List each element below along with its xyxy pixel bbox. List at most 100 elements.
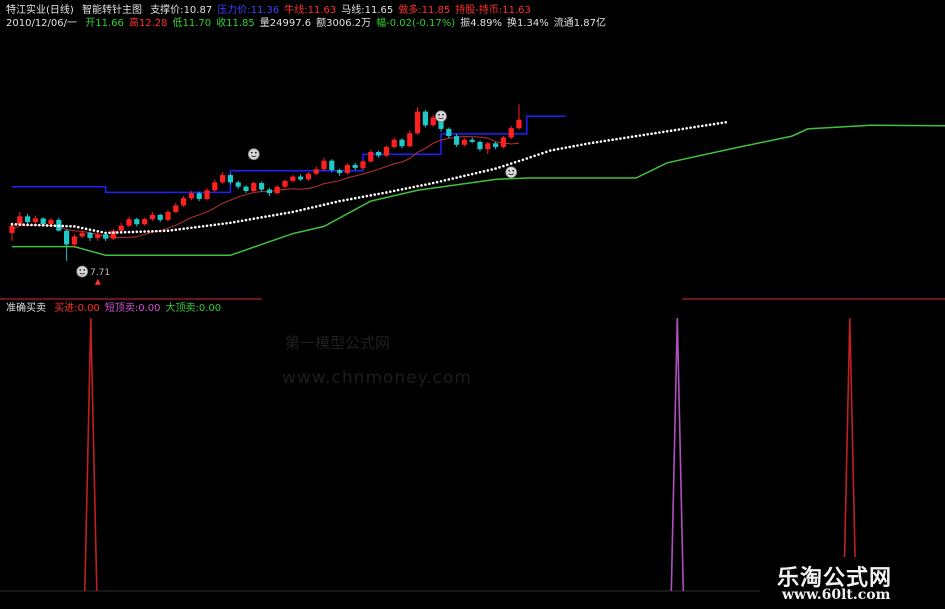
header-item-label: 压力价: bbox=[217, 5, 251, 16]
trail-dot bbox=[84, 227, 88, 231]
trail-dot bbox=[155, 229, 158, 233]
trail-dot bbox=[236, 220, 240, 223]
trail-dot bbox=[264, 215, 267, 218]
face-eye bbox=[508, 169, 511, 172]
header-item-1: 压力价:11.36 bbox=[217, 5, 279, 16]
trail-dot bbox=[681, 127, 685, 131]
candle-up bbox=[430, 117, 436, 126]
trail-dot bbox=[256, 216, 260, 220]
candle-down bbox=[243, 186, 249, 191]
quote-item-value: 11.66 bbox=[95, 18, 124, 29]
price-pane[interactable]: 7.71 bbox=[9, 104, 945, 285]
candle-up bbox=[181, 198, 187, 206]
quote-date: 2010/12/06/一 bbox=[6, 18, 78, 29]
quote-item-0: 开11.66 bbox=[85, 18, 124, 29]
trail-dot bbox=[166, 229, 170, 233]
candle-down bbox=[196, 193, 202, 199]
trail-dot bbox=[104, 231, 107, 235]
face-eye bbox=[250, 151, 253, 154]
trail-dot bbox=[61, 224, 64, 228]
candle-up bbox=[149, 214, 155, 220]
header-item-value: 11.85 bbox=[421, 5, 451, 16]
trail-dot bbox=[447, 178, 451, 181]
candle-up bbox=[516, 119, 522, 129]
candle-down bbox=[477, 141, 483, 150]
quote-item-8: 换1.34% bbox=[507, 18, 549, 29]
trail-dot bbox=[545, 150, 548, 154]
trail-dot bbox=[123, 230, 127, 234]
candle-down bbox=[337, 170, 343, 173]
candle-up bbox=[274, 186, 280, 194]
indicator-item-1: 短顶卖:0.00 bbox=[105, 303, 161, 314]
trail-dot bbox=[127, 230, 131, 234]
trail-dot bbox=[119, 231, 123, 234]
trail-dot bbox=[252, 217, 256, 221]
face-eye bbox=[83, 269, 86, 271]
candle-up bbox=[165, 211, 171, 220]
indicator-item-label: 大顶卖: bbox=[165, 303, 199, 314]
trail-dot bbox=[334, 200, 338, 204]
candle-up bbox=[391, 139, 397, 147]
quote-item-label: 收 bbox=[216, 18, 227, 29]
quote-item-5: 额3006.2万 bbox=[316, 18, 371, 29]
logo-url: www.60lt.com bbox=[782, 587, 891, 603]
trail-dot bbox=[697, 125, 700, 128]
trail-dot bbox=[435, 180, 439, 184]
trail-dot bbox=[338, 199, 341, 203]
trail-dot bbox=[412, 185, 416, 189]
trail-dot bbox=[350, 197, 353, 201]
trail-dot bbox=[205, 224, 209, 228]
candle-up bbox=[188, 193, 194, 199]
quote-item-label: 额 bbox=[316, 18, 327, 29]
indicator-item-0: 买进:0.00 bbox=[54, 303, 100, 314]
trail-dot bbox=[428, 182, 431, 186]
quote-item-value: 1.87亿 bbox=[573, 18, 607, 29]
candle-up bbox=[407, 133, 413, 147]
trail-dot bbox=[322, 203, 326, 207]
trail-dot bbox=[568, 145, 571, 149]
trail-dot bbox=[529, 155, 532, 159]
face-circle bbox=[505, 166, 518, 179]
trail-dot bbox=[669, 129, 673, 132]
trail-dot bbox=[147, 230, 150, 233]
trail-dot bbox=[509, 162, 513, 165]
trail-dot bbox=[275, 213, 279, 216]
trail-dot bbox=[96, 229, 100, 233]
candle-up bbox=[321, 160, 327, 170]
trail-dot bbox=[708, 123, 712, 126]
trail-dot bbox=[34, 223, 37, 227]
trail-dot bbox=[299, 208, 302, 212]
trail-dot bbox=[611, 138, 614, 142]
trail-dot bbox=[486, 169, 490, 172]
quote-item-value: 4.89% bbox=[470, 18, 502, 29]
indicator-name: 智能转针主图 bbox=[82, 5, 142, 16]
trail-dot bbox=[365, 194, 369, 198]
candle-up bbox=[48, 219, 54, 225]
trail-dot bbox=[135, 230, 139, 234]
quote-item-value: 12.28 bbox=[138, 18, 168, 29]
trail-dot bbox=[194, 225, 197, 229]
face-circle bbox=[76, 265, 89, 278]
trail-dot bbox=[400, 188, 404, 191]
trail-dot bbox=[619, 137, 622, 140]
trail-dot bbox=[213, 223, 217, 227]
candle-up bbox=[32, 218, 38, 223]
quote-item-label: 流通 bbox=[553, 18, 574, 29]
candle-up bbox=[461, 139, 467, 145]
candle-up bbox=[204, 190, 210, 199]
price-header: 特江实业(日线) 智能转针主图 支撑价:10.87 压力价:11.36 牛线:11.… bbox=[6, 4, 611, 30]
candle-up bbox=[9, 225, 15, 233]
trail-dot bbox=[377, 192, 380, 196]
candle-up bbox=[220, 175, 226, 183]
candle-down bbox=[227, 175, 233, 183]
signal-spike bbox=[84, 317, 98, 592]
face-circle bbox=[247, 148, 260, 161]
trail-dot bbox=[665, 129, 669, 133]
header-item-value: 11.63 bbox=[307, 5, 337, 16]
trail-dot bbox=[49, 224, 53, 227]
candle-up bbox=[344, 165, 350, 173]
trail-dot bbox=[73, 225, 76, 228]
candle-up bbox=[360, 161, 366, 168]
header-item-value: 11.63 bbox=[502, 5, 531, 16]
indicator-pane[interactable] bbox=[0, 298, 945, 592]
